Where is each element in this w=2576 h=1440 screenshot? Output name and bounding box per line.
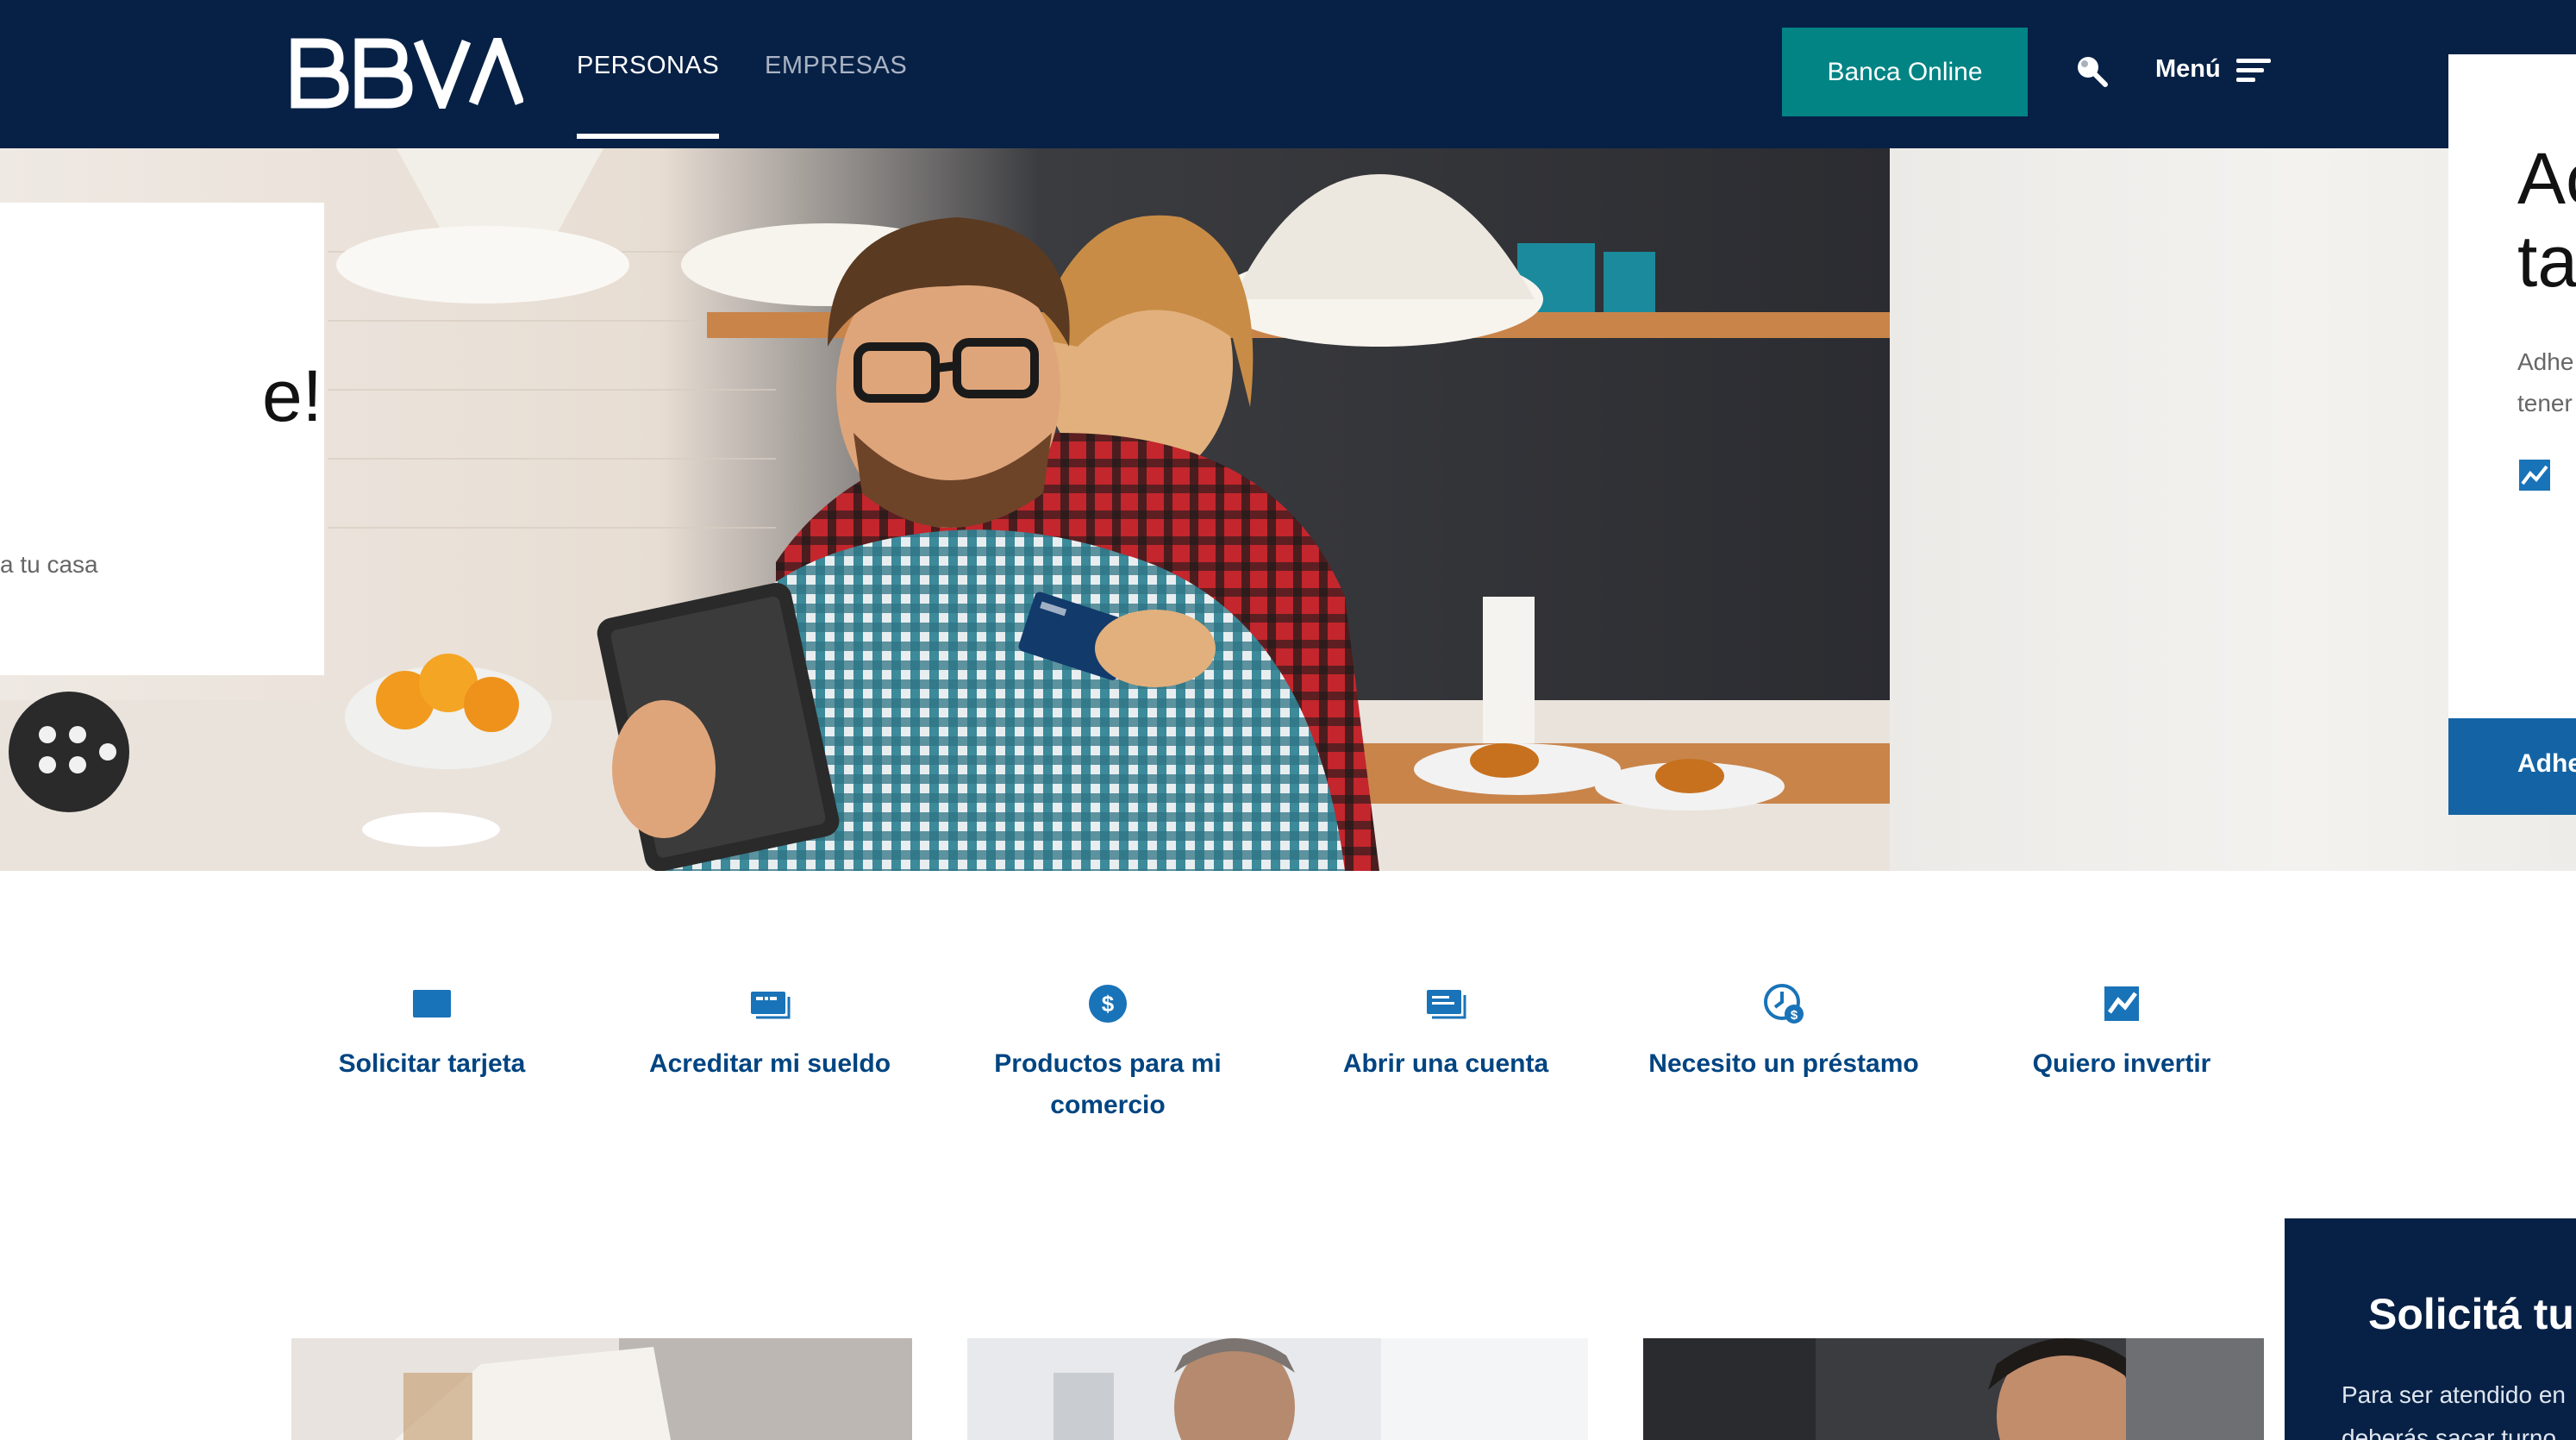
search-icon[interactable] — [2074, 53, 2109, 88]
tab-personas[interactable]: PERSONAS — [577, 52, 720, 139]
menu-label[interactable]: Menú — [2155, 55, 2221, 84]
svg-text:$: $ — [1791, 1008, 1798, 1023]
banca-online-button[interactable]: Banca Online — [1782, 28, 2028, 116]
quick-link-label: Productos para mi comercio — [994, 1049, 1222, 1119]
dollar-coin-icon: $ — [1089, 985, 1127, 1023]
previous-slide-title: e! — [261, 355, 322, 436]
quick-link-label: Necesito un préstamo — [1648, 1049, 1919, 1078]
quick-link-solicitar-tarjeta[interactable]: Solicitar tarjeta — [294, 983, 570, 1085]
quick-link-productos-comercio[interactable]: $ Productos para mi comercio — [970, 983, 1246, 1126]
floating-panel-text: Para ser atendido en deberás sacar turno — [2342, 1381, 2566, 1440]
quick-link-prestamo[interactable]: $ Necesito un préstamo — [1646, 983, 1922, 1085]
promo-card-image-2[interactable] — [967, 1338, 1588, 1440]
menu-icon[interactable] — [2236, 57, 2271, 85]
turno-floating-panel[interactable]: Solicitá tu Para ser atendido en deberás… — [2285, 1218, 2576, 1440]
svg-text:$: $ — [1102, 991, 1115, 1017]
loan-clock-icon: $ — [1764, 984, 1804, 1024]
bbva-logo[interactable] — [291, 38, 523, 109]
invest-chart-icon — [2104, 986, 2139, 1021]
top-navbar: PERSONAS EMPRESAS Banca Online Menú — [0, 0, 2576, 148]
floating-panel-title: Solicitá tu — [2368, 1290, 2574, 1338]
card-icon — [413, 990, 451, 1017]
previous-slide-card[interactable]: e! a tu casa — [0, 203, 324, 675]
quick-link-abrir-cuenta[interactable]: Abrir una cuenta — [1308, 983, 1584, 1085]
quick-link-label: Solicitar tarjeta — [338, 1049, 526, 1078]
salary-icon — [751, 992, 791, 1019]
hero-carousel: e! a tu casa — [0, 148, 2576, 871]
previous-slide-text: a tu casa — [0, 551, 98, 578]
quick-link-label: Acreditar mi sueldo — [648, 1049, 891, 1078]
next-slide-button[interactable]: Adhe — [2448, 718, 2576, 815]
invest-chart-icon — [2519, 460, 2550, 491]
next-slide-card[interactable]: Ac ta Adhe tener — [2448, 54, 2576, 723]
next-slide-text: Adhe tener — [2517, 348, 2574, 416]
account-icon — [1427, 990, 1466, 1019]
promo-card-image-3[interactable] — [1643, 1338, 2264, 1440]
quick-link-label: Quiero invertir — [2032, 1049, 2211, 1078]
tab-empresas[interactable]: EMPRESAS — [765, 52, 907, 80]
next-slide-title: Ac ta — [2517, 138, 2576, 302]
promo-card-image-1[interactable] — [291, 1338, 912, 1440]
quick-link-label: Abrir una cuenta — [1342, 1049, 1549, 1078]
quick-link-invertir[interactable]: Quiero invertir — [1984, 983, 2260, 1085]
quick-link-acreditar-sueldo[interactable]: Acreditar mi sueldo — [632, 983, 908, 1085]
